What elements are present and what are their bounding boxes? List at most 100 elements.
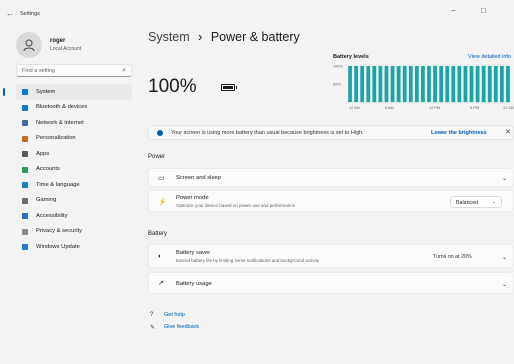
give-feedback-label: Give feedback [164, 324, 200, 330]
sidebar-item-time-language[interactable]: Time & language [16, 177, 132, 193]
sidebar-item-label: System [36, 88, 56, 95]
battery-section-label: Battery [148, 231, 168, 237]
search-icon: ⌕ [122, 67, 126, 74]
sidebar-item-system[interactable]: System [3, 84, 132, 100]
battery-usage-title: Battery usage [176, 281, 212, 287]
battery-saver-value: Turns on at 20% [433, 254, 472, 260]
battery-level-bar [390, 66, 395, 102]
screen-icon: ▭ [158, 175, 165, 182]
give-feedback-link[interactable]: ✎ Give feedback [148, 321, 199, 333]
sidebar-item-label: Apps [36, 150, 50, 157]
feedback-icon: ✎ [150, 324, 156, 331]
help-icon: ? [150, 312, 154, 318]
chevron-down-icon: ⌄ [501, 255, 507, 261]
search-placeholder: Find a setting [22, 68, 56, 74]
sidebar-item-bluetooth-devices[interactable]: Bluetooth & devices [16, 100, 132, 116]
account-type: Local Account [50, 46, 82, 52]
sidebar-item-gaming[interactable]: Gaming [16, 193, 132, 209]
view-detailed-info-link[interactable]: View detailed info [468, 54, 511, 60]
maximize-button[interactable]: □ [481, 6, 486, 15]
sidebar-item-label: Time & language [36, 181, 80, 188]
sidebar-item-label: Network & internet [36, 119, 84, 126]
x-tick-label: 12 AM [349, 106, 360, 110]
power-mode-row: ⚡ Power mode Optimize your device based … [148, 190, 514, 212]
screen-and-sleep-row[interactable]: ▭ Screen and sleep ⌄ [148, 168, 514, 187]
sidebar-item-label: Privacy & security [36, 228, 83, 235]
battery-levels-title: Battery levels [333, 54, 369, 60]
power-mode-icon: ⚡ [158, 199, 167, 206]
chevron-down-icon: ⌄ [491, 199, 496, 205]
sidebar-item-label: Accounts [36, 166, 60, 173]
sidebar-item-label: Personalization [36, 135, 76, 142]
screen-and-sleep-title: Screen and sleep [176, 175, 222, 181]
minimize-button[interactable]: – [451, 6, 455, 15]
banner-message: Your screen is using more battery than u… [171, 130, 364, 136]
search-input[interactable]: Find a setting ⌕ [16, 64, 132, 77]
battery-saver-row[interactable]: ◐ Battery saver Extend battery life by l… [148, 244, 514, 268]
sidebar-item-personalization[interactable]: Personalization [16, 131, 132, 147]
sidebar-item-accounts[interactable]: Accounts [16, 162, 132, 178]
get-help-link[interactable]: ? Get help [148, 309, 199, 321]
lower-brightness-button[interactable]: Lower the brightness [431, 130, 487, 136]
power-mode-value: Balanced [456, 199, 479, 206]
battery-level-bar [408, 66, 413, 102]
sidebar-item-accessibility[interactable]: Accessibility [16, 208, 132, 224]
x-tick-label: 6 PM [470, 106, 479, 110]
battery-level-bar [396, 66, 401, 102]
sidebar: roger Local Account Find a setting ⌕ Sys… [0, 28, 138, 364]
sidebar-item-apps[interactable]: Apps [16, 146, 132, 162]
battery-level-bar [414, 66, 419, 102]
battery-saver-icon: ◐ [158, 253, 163, 260]
help-links: ? Get help ✎ Give feedback [148, 309, 199, 333]
battery-level-bar [493, 66, 498, 102]
x-tick-label: 12 PM [429, 106, 440, 110]
sidebar-item-label: Gaming [36, 197, 57, 204]
page-title: System › Power & battery [148, 30, 300, 44]
battery-percentage: 100% [148, 76, 197, 97]
battery-levels-chart[interactable]: 100% 50% 12 AM 6 AM 12 PM 6 PM 12 AM [333, 62, 514, 116]
close-icon[interactable]: ✕ [505, 128, 511, 136]
battery-level-bar [457, 66, 462, 102]
sidebar-item-label: Windows Update [36, 243, 80, 250]
monitor-icon [22, 89, 28, 95]
bluetooth-icon [22, 104, 28, 111]
gamepad-icon [22, 197, 28, 204]
title-bar: ← Settings – □ [0, 0, 514, 28]
info-icon [157, 129, 163, 136]
battery-level-bar [378, 66, 383, 102]
battery-level-bar [366, 66, 371, 102]
battery-level-bar [439, 66, 444, 102]
battery-level-bar [463, 66, 468, 102]
avatar [16, 32, 42, 58]
x-tick-label: 12 AM [503, 106, 514, 110]
sidebar-item-network-internet[interactable]: Network & internet [16, 115, 132, 131]
person-icon [23, 39, 35, 52]
back-arrow-icon[interactable]: ← [6, 9, 14, 18]
user-profile[interactable]: roger Local Account [16, 32, 136, 62]
app-title: Settings [20, 11, 40, 17]
battery-level-bar [500, 66, 504, 102]
brush-icon [22, 135, 28, 142]
chevron-down-icon: ⌄ [501, 176, 507, 182]
battery-level-bar [445, 66, 450, 102]
x-tick-label: 6 AM [385, 106, 394, 110]
battery-level-bar [348, 66, 352, 102]
battery-level-bar [427, 66, 431, 102]
main-content: System › Power & battery 100% Battery le… [148, 28, 514, 364]
battery-level-bar [421, 66, 425, 102]
power-mode-select[interactable]: Balanced ⌄ [450, 196, 502, 208]
battery-level-bar [481, 66, 486, 102]
battery-levels-panel: Battery levels View detailed info 100% 50… [333, 54, 514, 116]
sidebar-item-label: Accessibility [36, 212, 68, 219]
battery-usage-row[interactable]: ↗ Battery usage ⌄ [148, 272, 514, 294]
battery-level-bar [475, 66, 480, 102]
sidebar-item-privacy-security[interactable]: Privacy & security [16, 224, 132, 240]
breadcrumb-current: Power & battery [210, 30, 300, 44]
breadcrumb-system[interactable]: System [148, 30, 190, 44]
get-help-label: Get help [164, 312, 185, 318]
person-icon [22, 166, 28, 173]
battery-level-bar [360, 66, 365, 102]
apps-icon [22, 151, 28, 157]
network-icon [22, 120, 28, 126]
sidebar-item-windows-update[interactable]: Windows Update [16, 239, 132, 255]
